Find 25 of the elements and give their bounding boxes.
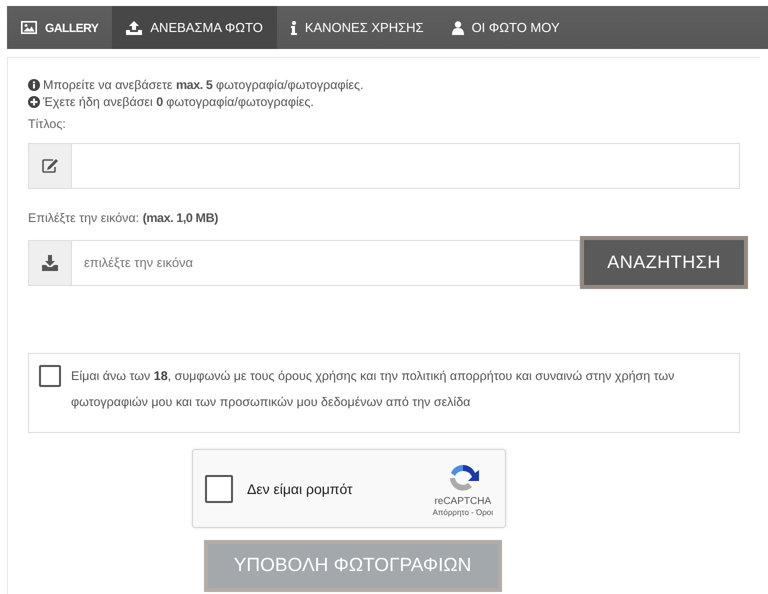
upload-icon <box>126 20 142 34</box>
notice-text: Έχετε ήδη ανεβάσει 0 φωτογραφία/φωτογραφίες. <box>43 95 314 109</box>
field-label: Τίτλος: <box>28 117 67 131</box>
user-icon <box>452 20 464 34</box>
nav-tab[interactable]: GALLERY <box>7 6 112 49</box>
edit-icon <box>41 158 59 174</box>
nav-tab[interactable]: ΟΙ ΦΩΤΟ ΜΟΥ <box>438 6 574 49</box>
image-field[interactable]: επιλέξτε την εικόνα <box>72 240 580 286</box>
captcha-checkbox[interactable] <box>205 474 233 502</box>
captcha-brand: reCAPTCHA <box>434 496 492 506</box>
nav-tab[interactable]: ΚΑΝΟΝΕΣ ΧΡΗΣΗΣ <box>276 6 438 49</box>
consent-text: Είμαι άνω των 18, συμφωνώ με τους όρους χρήσης και την πολιτική απορρήτου και συναινώ στην χρήση των φωτογραφιών μου και των προσωπικών μου δεδομένων από την σελίδα <box>71 368 676 411</box>
checkbox[interactable] <box>39 365 61 387</box>
plus-icon <box>28 96 40 108</box>
browse-button[interactable]: ΑΝΑΖΗΤΗΣΗ <box>580 236 748 289</box>
captcha-links[interactable]: Απόρρητο - Όροι <box>432 508 493 516</box>
captcha-label: Δεν είμαι ρομπότ <box>247 480 354 496</box>
nav-tab[interactable]: ΑΝΕΒΑΣΜΑ ΦΩΤΟ <box>112 6 277 49</box>
field-label: Επιλέξτε την εικόνα: (max. 1,0 MB) <box>28 211 219 225</box>
info-icon <box>290 20 297 34</box>
title-field[interactable] <box>72 143 740 189</box>
notice-text: Μπορείτε να ανεβάσετε max. 5 φωτογραφία/φωτογραφίες. <box>43 78 364 92</box>
download-icon <box>41 254 59 270</box>
image-icon <box>21 21 37 34</box>
info-icon <box>28 79 40 91</box>
